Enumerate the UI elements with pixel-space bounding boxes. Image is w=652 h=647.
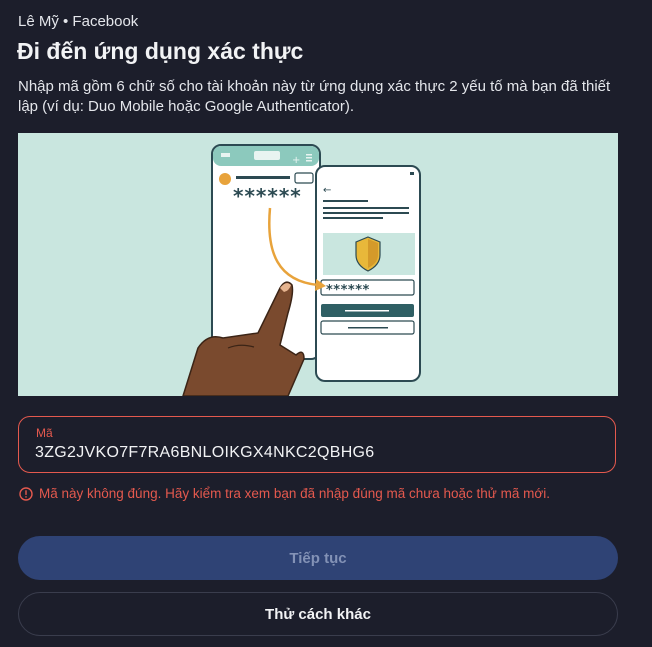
- account-name: Lê Mỹ • Facebook: [18, 13, 139, 30]
- right-code-mask: ******: [326, 283, 370, 298]
- illustration-graphic: + ****** ← ******: [18, 133, 618, 396]
- svg-text:←: ←: [323, 185, 331, 196]
- error-message: Mã này không đúng. Hãy kiểm tra xem bạn …: [19, 486, 550, 501]
- page-description: Nhập mã gồm 6 chữ số cho tài khoản này t…: [18, 78, 611, 115]
- error-text: Mã này không đúng. Hãy kiểm tra xem bạn …: [39, 486, 550, 501]
- try-another-way-button[interactable]: Thử cách khác: [18, 592, 618, 636]
- code-field[interactable]: Mã: [18, 416, 616, 473]
- authenticator-illustration: + ****** ← ******: [18, 133, 618, 396]
- code-field-label: Mã: [36, 426, 53, 440]
- code-input[interactable]: [35, 444, 595, 462]
- page-title: Đi đến ứng dụng xác thực: [17, 38, 304, 64]
- left-code-mask: ******: [233, 184, 302, 208]
- svg-text:+: +: [292, 155, 300, 166]
- error-icon: [19, 486, 33, 501]
- continue-button[interactable]: Tiếp tục: [18, 536, 618, 580]
